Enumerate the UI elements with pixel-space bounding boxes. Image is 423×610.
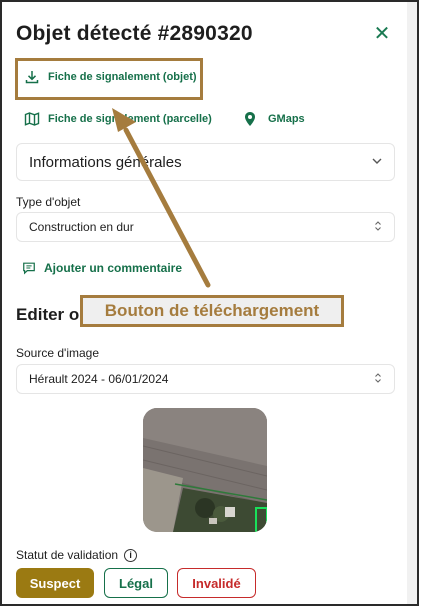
close-icon[interactable]: ✕	[372, 24, 392, 44]
map-icon	[24, 112, 40, 126]
accordion-label: Informations générales	[29, 153, 182, 171]
annotation-highlight-box	[15, 58, 203, 100]
statut-validation-label: Statut de validation i	[16, 548, 138, 562]
invalide-button[interactable]: Invalidé	[177, 568, 256, 598]
source-image-select[interactable]: Hérault 2024 - 06/01/2024	[16, 364, 395, 394]
type-objet-value: Construction en dur	[29, 220, 134, 234]
page-title: Objet détecté #2890320	[16, 22, 253, 45]
informations-generales-accordion[interactable]: Informations générales	[16, 143, 395, 181]
statut-validation-text: Statut de validation	[16, 548, 119, 562]
download-fiche-parcelle-label: Fiche de signalement (parcelle)	[48, 113, 212, 125]
download-fiche-parcelle-link[interactable]: Fiche de signalement (parcelle)	[24, 111, 212, 127]
updown-chevron-icon	[374, 220, 382, 235]
edit-section-title: Editer o	[16, 305, 80, 324]
updown-chevron-icon	[374, 372, 382, 387]
ajouter-commentaire-label: Ajouter un commentaire	[44, 261, 183, 275]
location-pin-icon	[245, 112, 255, 126]
type-objet-label: Type d'objet	[16, 195, 81, 209]
ajouter-commentaire-button[interactable]: Ajouter un commentaire	[22, 261, 182, 275]
source-image-value: Hérault 2024 - 06/01/2024	[29, 372, 169, 386]
chevron-down-icon	[372, 156, 382, 168]
gmaps-label: GMaps	[268, 113, 305, 125]
scrollbar-track[interactable]	[407, 2, 417, 604]
legal-button[interactable]: Légal	[104, 568, 168, 598]
comment-icon	[23, 262, 35, 275]
suspect-button[interactable]: Suspect	[16, 568, 94, 598]
type-objet-select[interactable]: Construction en dur	[16, 212, 395, 242]
gmaps-link[interactable]: GMaps	[242, 111, 305, 127]
annotation-label: Bouton de téléchargement	[80, 295, 344, 327]
source-image-label: Source d'image	[16, 346, 100, 360]
aerial-image-thumbnail[interactable]	[143, 408, 267, 532]
info-icon[interactable]: i	[124, 549, 138, 562]
